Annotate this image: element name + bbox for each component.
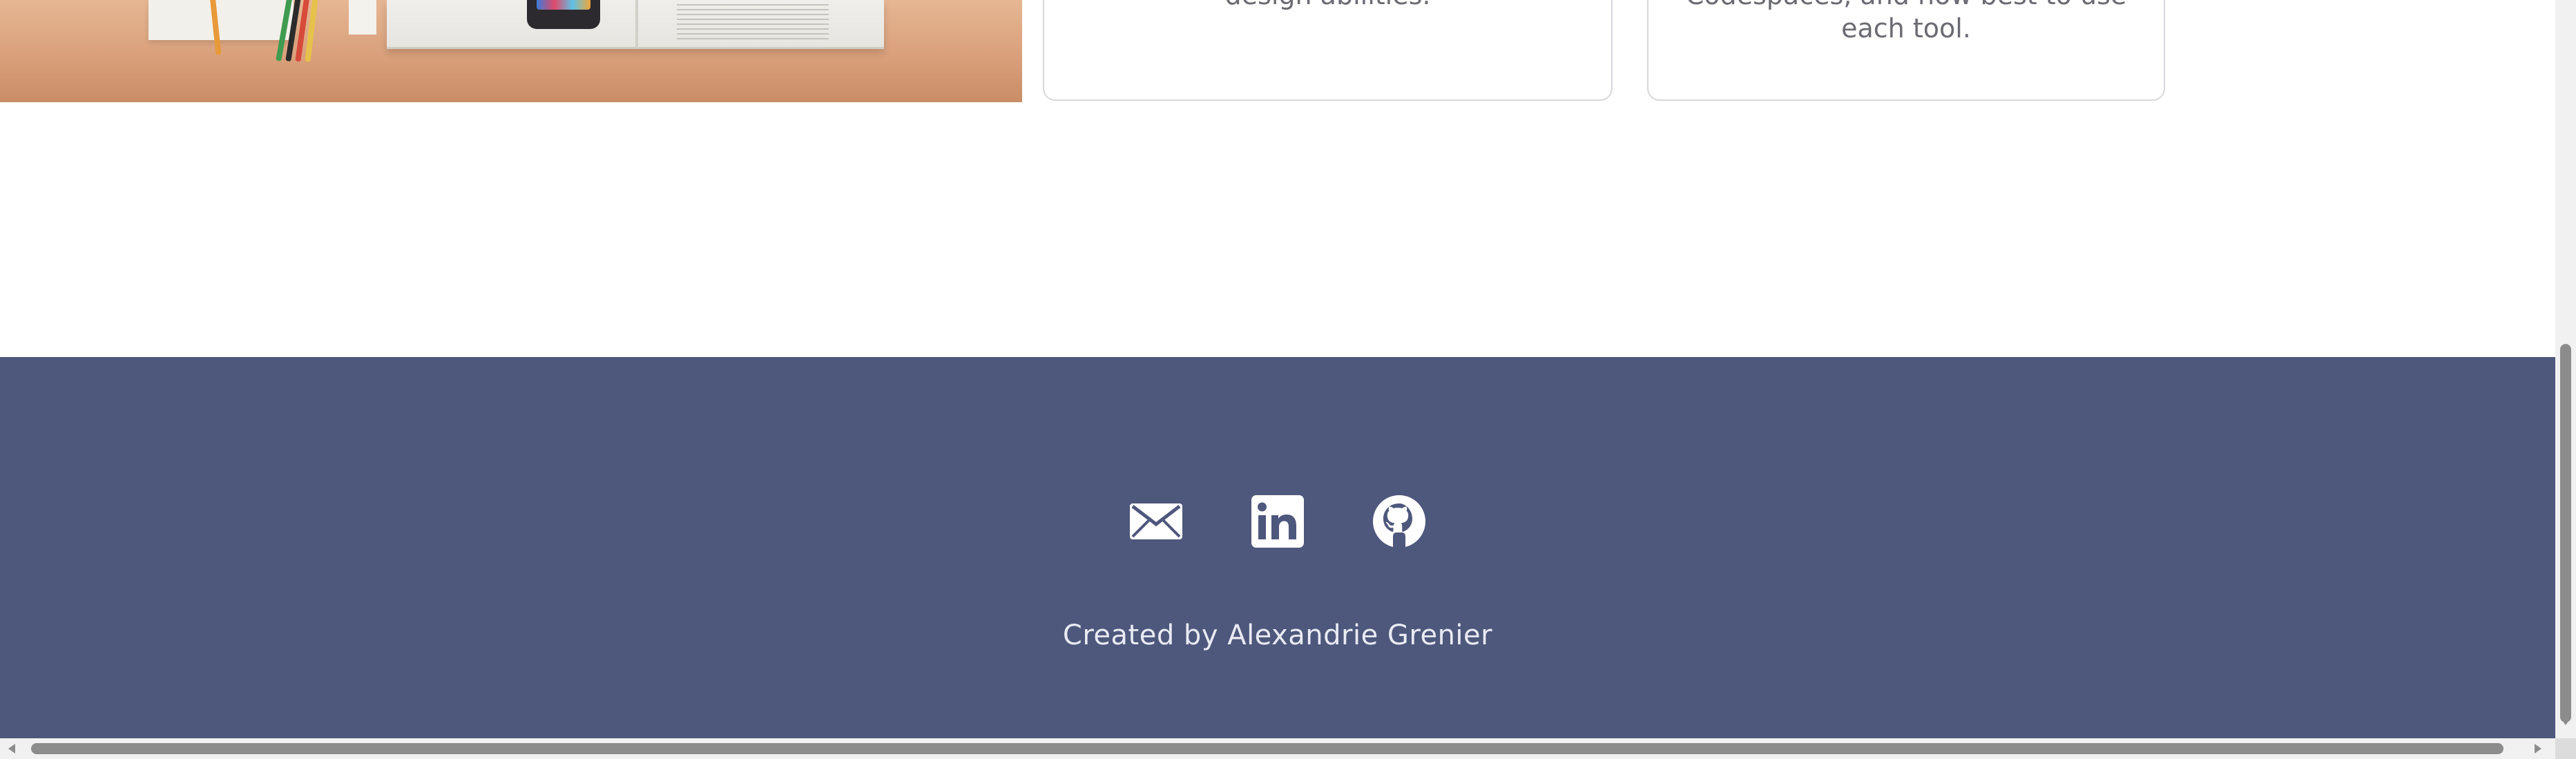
project-image	[0, 0, 1022, 102]
card-description: each tool.	[1841, 13, 1971, 44]
site-footer: Created by Alexandrie Grenier	[0, 357, 2555, 738]
email-icon[interactable]	[1128, 494, 1184, 549]
scroll-down-icon[interactable]	[2561, 718, 2570, 725]
horizontal-scrollbar[interactable]	[0, 738, 2555, 759]
linkedin-icon[interactable]	[1250, 494, 1305, 549]
paper-graphic	[349, 0, 376, 35]
horizontal-scrollbar-thumb[interactable]	[31, 743, 2503, 754]
scroll-left-icon[interactable]	[8, 744, 15, 753]
social-links	[0, 494, 2555, 549]
footer-credit: Created by Alexandrie Grenier	[1062, 619, 1493, 651]
github-icon[interactable]	[1372, 494, 1427, 549]
vertical-scrollbar[interactable]	[2555, 0, 2576, 738]
scroll-right-icon[interactable]	[2535, 744, 2541, 753]
phone-graphic	[527, 0, 600, 29]
page-viewport: design abilities. Codespaces, and how be…	[0, 0, 2555, 738]
project-card: design abilities.	[1043, 0, 1613, 101]
vertical-scrollbar-thumb[interactable]	[2560, 344, 2571, 722]
scrollbar-corner	[2555, 738, 2576, 759]
notebook-graphic	[148, 0, 294, 40]
open-book-graphic	[387, 0, 884, 49]
card-description: design abilities.	[1044, 0, 1611, 15]
project-card: Codespaces, and how best to use each too…	[1647, 0, 2165, 101]
